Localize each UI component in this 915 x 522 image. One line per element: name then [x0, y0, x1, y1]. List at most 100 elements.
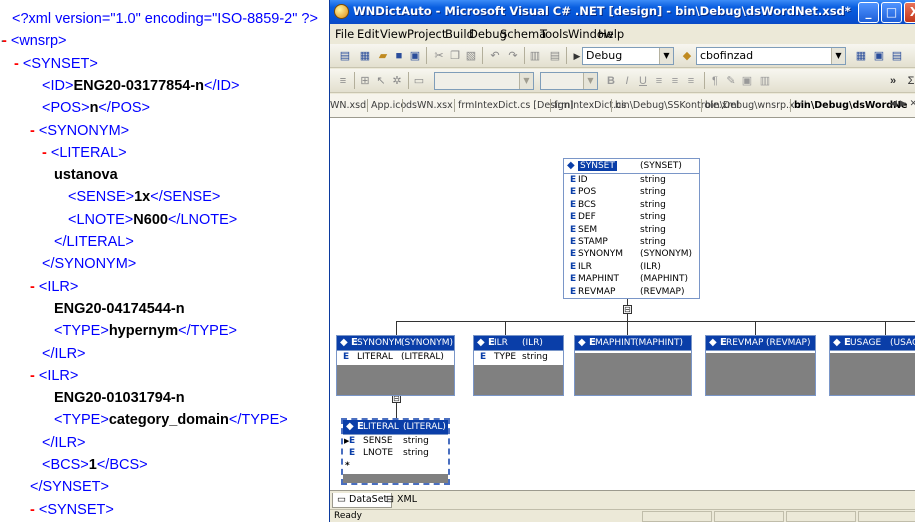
usage-element[interactable]: ◆EUSAGE(USAGE): [829, 335, 915, 396]
menu-edit[interactable]: Edit: [357, 27, 379, 41]
row-name[interactable]: TYPE: [494, 351, 516, 363]
xml-line[interactable]: - <SYNONYM>: [30, 120, 129, 142]
properties-icon[interactable]: ▣: [872, 49, 886, 63]
element-type[interactable]: (ILR): [522, 338, 543, 348]
schema-row[interactable]: E SEM string: [564, 224, 699, 236]
schema-row[interactable]: E REVMAP (REVMAP): [564, 286, 699, 298]
font-size-select[interactable]: ▼: [540, 72, 598, 90]
row-name[interactable]: LNOTE: [363, 447, 393, 459]
row-type[interactable]: (ILR): [640, 261, 661, 273]
redo-icon[interactable]: ↷: [506, 49, 520, 63]
synset-element[interactable]: ◆ESYNSET(SYNSET)EIDstringEPOSstringEBCSs…: [563, 158, 700, 299]
frame-icon[interactable]: ▭: [412, 74, 426, 88]
schema-row[interactable]: E MAPHINT (MAPHINT): [564, 273, 699, 285]
comment-icon[interactable]: ▣: [740, 74, 754, 88]
schema-designer-canvas[interactable]: ⊟ ⊟ ◆ESYNSET(SYNSET)EIDstringEPOSstringE…: [330, 118, 915, 490]
sum-icon[interactable]: Σ: [904, 74, 915, 88]
schema-row[interactable]: E BCS string: [564, 199, 699, 211]
align-right-icon[interactable]: ≡: [684, 74, 698, 88]
row-type[interactable]: string: [640, 199, 666, 211]
solution-explorer-icon[interactable]: ▦: [854, 49, 868, 63]
schema-row[interactable]: E SYNONYM (SYNONYM): [564, 248, 699, 260]
element-type[interactable]: (USAGE): [890, 338, 915, 348]
align-left-icon[interactable]: ≡: [652, 74, 666, 88]
element-name[interactable]: LITERAL: [363, 422, 399, 432]
row-name[interactable]: DEF: [578, 211, 596, 223]
cut-icon[interactable]: ✂: [432, 49, 446, 63]
element-name[interactable]: ILR: [494, 338, 508, 348]
element-name[interactable]: MAPHINT: [595, 338, 636, 348]
toolbar-overflow-icon[interactable]: »: [886, 74, 900, 88]
collapse-toggle[interactable]: -: [30, 123, 39, 139]
collapse-toggle[interactable]: -: [30, 279, 39, 295]
row-name[interactable]: SENSE: [363, 435, 393, 447]
schema-row[interactable]: E POS string: [564, 186, 699, 198]
doc-tab[interactable]: bin\Debug\wnsrp.xml: [705, 100, 807, 111]
row-name[interactable]: MAPHINT: [578, 273, 619, 285]
element-type[interactable]: (REVMAP): [766, 338, 810, 348]
schema-row[interactable]: ▶ E SENSE string: [343, 435, 448, 447]
schema-row[interactable]: E ILR (ILR): [564, 261, 699, 273]
solution-config-select[interactable]: Debug ▼: [582, 47, 674, 65]
row-type[interactable]: string: [403, 447, 429, 459]
menu-help[interactable]: Help: [598, 27, 624, 41]
open-folder-icon[interactable]: ▰: [376, 49, 390, 63]
underline-icon[interactable]: U: [636, 74, 650, 88]
align-center-icon[interactable]: ≡: [668, 74, 682, 88]
menu-project[interactable]: Project: [407, 27, 446, 41]
copy-icon[interactable]: ❐: [448, 49, 462, 63]
minimize-button[interactable]: _: [858, 2, 879, 23]
row-type[interactable]: (USAGE): [640, 298, 678, 299]
element-name[interactable]: SYNSET: [578, 161, 617, 171]
ilr-element[interactable]: ◆ E ILR (ILR) E TYPE string: [473, 335, 564, 396]
doc-tab[interactable]: dsWN.xsx: [406, 100, 453, 111]
maphint-element[interactable]: ◆ E MAPHINT (MAPHINT): [574, 335, 692, 396]
spell-icon[interactable]: ✎: [724, 74, 738, 88]
doc-tab[interactable]: App.ico: [371, 100, 406, 111]
synonym-element[interactable]: ◆ E SYNONYM (SYNONYM) E LITERAL (LITERAL): [336, 335, 455, 396]
literal-element[interactable]: ◆ E LITERAL (LITERAL) ▶ E SENSE string E LNOTE str…: [341, 418, 450, 485]
element-name[interactable]: REVMAP: [726, 338, 763, 348]
maximize-button[interactable]: □: [881, 2, 902, 23]
row-name[interactable]: ILR: [578, 261, 592, 273]
element-type[interactable]: (SYNSET): [640, 161, 682, 171]
doc-tab[interactable]: WN.xsd: [330, 100, 366, 111]
new-project-icon[interactable]: ▤: [338, 49, 352, 63]
schema-row[interactable]: E LNOTE string: [343, 447, 448, 459]
collapse-toggle[interactable]: -: [42, 145, 51, 161]
element-type[interactable]: (SYNONYM): [401, 338, 453, 348]
row-name[interactable]: SYNONYM: [578, 248, 623, 260]
schema-row[interactable]: EUSAGE (USAGE): [564, 298, 699, 299]
grid-icon[interactable]: ⊞: [358, 74, 372, 88]
row-name[interactable]: ID: [578, 174, 588, 186]
xml-line[interactable]: - <ILR>: [30, 276, 78, 298]
save-icon[interactable]: ■: [392, 49, 406, 63]
italic-icon[interactable]: I: [620, 74, 634, 88]
font-name-select[interactable]: ▼: [434, 72, 534, 90]
row-type[interactable]: string: [403, 435, 429, 447]
row-type[interactable]: (SYNONYM): [640, 248, 692, 260]
row-name[interactable]: STAMP: [578, 236, 608, 248]
save-all-icon[interactable]: ▣: [408, 49, 422, 63]
collapse-toggle[interactable]: -: [30, 368, 39, 384]
navigate-back-icon[interactable]: ▥: [528, 49, 542, 63]
schema-row[interactable]: E ID string: [564, 174, 699, 186]
xml-line[interactable]: - <SYNSET>: [14, 53, 98, 75]
align-icon[interactable]: ≡: [336, 74, 350, 88]
row-name[interactable]: REVMAP: [578, 286, 615, 298]
picture-icon[interactable]: ▥: [758, 74, 772, 88]
cog-icon[interactable]: ✲: [390, 74, 404, 88]
schema-row[interactable]: E LITERAL (LITERAL): [337, 351, 454, 363]
undo-icon[interactable]: ↶: [488, 49, 502, 63]
revmap-element[interactable]: ◆ E REVMAP (REVMAP): [705, 335, 816, 396]
xml-line[interactable]: - <LITERAL>: [42, 142, 127, 164]
menu-tools[interactable]: Tools: [540, 27, 568, 41]
schema-row[interactable]: E DEF string: [564, 211, 699, 223]
navigate-forward-icon[interactable]: ▤: [548, 49, 562, 63]
menu-view[interactable]: View: [380, 27, 407, 41]
schema-row[interactable]: E TYPE string: [474, 351, 563, 363]
row-name[interactable]: BCS: [578, 199, 596, 211]
row-name[interactable]: LITERAL: [357, 351, 393, 363]
row-type[interactable]: string: [522, 351, 548, 363]
collapse-toggle[interactable]: -: [30, 502, 39, 518]
